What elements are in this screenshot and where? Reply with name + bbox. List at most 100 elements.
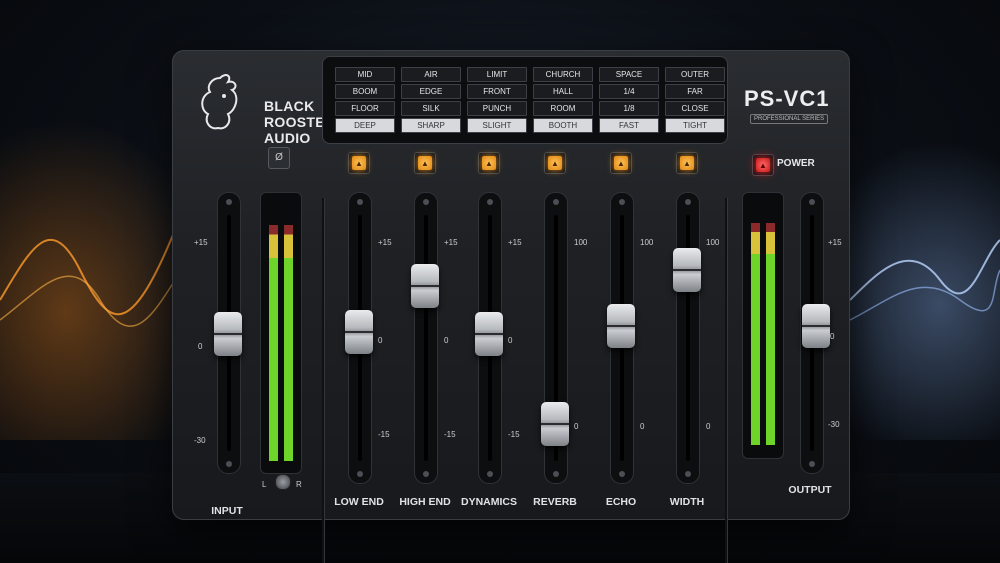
output-fader-cap[interactable] [802,304,830,348]
preset-option[interactable]: CLOSE [665,101,725,116]
low-end-scale-mark: +15 [378,238,392,247]
amber-led-icon: ▲ [482,156,496,170]
output-level-meter [742,192,784,459]
reverb-scale-mark: 0 [574,422,579,431]
input-scale-bottom: -30 [194,436,206,445]
preset-column: SPACE 1/4 1/8 FAST [599,67,659,135]
fader-slot [424,215,428,461]
input-meter-left-bar [269,225,278,461]
reverb-toggle-button[interactable]: ▲ [544,152,566,174]
amber-led-icon: ▲ [680,156,694,170]
preset-option[interactable]: CHURCH [533,67,593,82]
screw [357,471,363,477]
preset-column: OUTER FAR CLOSE TIGHT [665,67,725,135]
echo-scale-mark: 0 [640,422,645,431]
preset-option[interactable]: OUTER [665,67,725,82]
preset-option[interactable]: MID [335,67,395,82]
width-fader-track[interactable] [676,192,700,484]
high-end-toggle-button[interactable]: ▲ [414,152,436,174]
phase-invert-button[interactable]: Ø [268,147,290,169]
preset-option[interactable]: FAR [665,84,725,99]
input-level-meter [260,192,302,474]
screw [553,471,559,477]
preset-selector-panel: MID BOOM FLOOR DEEP AIR EDGE SILK SHARP LIMIT FRO… [322,56,728,144]
low-end-toggle-button[interactable]: ▲ [348,152,370,174]
screw [685,199,691,205]
screw [619,471,625,477]
output-label: OUTPUT [788,484,832,496]
screw [809,199,815,205]
preset-option[interactable]: FLOOR [335,101,395,116]
amber-led-icon: ▲ [548,156,562,170]
high-end-fader-cap[interactable] [411,264,439,308]
echo-scale-mark: 100 [640,238,654,247]
width-fader-cap[interactable] [673,248,701,292]
pan-right-label: R [296,480,302,489]
preset-option[interactable]: HALL [533,84,593,99]
screw [487,199,493,205]
echo-toggle-button[interactable]: ▲ [610,152,632,174]
rooster-logo-icon [201,74,238,130]
preset-option[interactable]: 1/8 [599,101,659,116]
preset-option[interactable]: SLIGHT [467,118,527,133]
power-button[interactable]: ▲ [752,154,774,176]
preset-option[interactable]: SILK [401,101,461,116]
output-meter-left-bar [751,223,760,445]
input-fader-cap[interactable] [214,312,242,356]
preset-option[interactable]: LIMIT [467,67,527,82]
low-end-scale-mark: -15 [378,430,390,439]
width-toggle-button[interactable]: ▲ [676,152,698,174]
preset-option[interactable]: SPACE [599,67,659,82]
amber-led-icon: ▲ [614,156,628,170]
preset-column: LIMIT FRONT PUNCH SLIGHT [467,67,527,135]
plugin-panel: BLACK ROOSTER AUDIO MID BOOM FLOOR DEEP AIR E… [172,50,850,563]
dynamics-toggle-button[interactable]: ▲ [478,152,500,174]
preset-option[interactable]: FRONT [467,84,527,99]
dynamics-scale-mark: -15 [508,430,520,439]
width-scale-mark: 0 [706,422,711,431]
preset-option[interactable]: BOOTH [533,118,593,133]
preset-option[interactable]: SHARP [401,118,461,133]
orange-waveform-decoration [0,229,175,327]
preset-column: CHURCH HALL ROOM BOOTH [533,67,593,135]
preset-column: MID BOOM FLOOR DEEP [335,67,395,135]
input-meter-right-bar [284,225,293,461]
input-scale-top: +15 [194,238,208,247]
model-name: PS-VC1 [744,86,830,111]
reverb-fader-cap[interactable] [541,402,569,446]
low-end-scale-mark: 0 [378,336,383,345]
input-scale-mid: 0 [198,342,203,351]
high-end-scale-mark: +15 [444,238,458,247]
pan-knob[interactable] [275,474,291,490]
preset-option[interactable]: AIR [401,67,461,82]
high-end-fader-track[interactable] [414,192,438,484]
dynamics-fader-cap[interactable] [475,312,503,356]
preset-option[interactable]: TIGHT [665,118,725,133]
input-label: INPUT [211,505,243,517]
screw [226,461,232,467]
pan-left-label: L [262,480,267,489]
low-end-fader-cap[interactable] [345,310,373,354]
high-end-scale-mark: -15 [444,430,456,439]
preset-option[interactable]: EDGE [401,84,461,99]
output-scale-top: +15 [828,238,842,247]
width-scale-mark: 100 [706,238,720,247]
preset-option[interactable]: PUNCH [467,101,527,116]
screw [487,471,493,477]
screw [809,461,815,467]
screw [423,471,429,477]
preset-option[interactable]: ROOM [533,101,593,116]
preset-option[interactable]: 1/4 [599,84,659,99]
brand-logo: BLACK ROOSTER AUDIO [192,70,335,146]
power-label: POWER [777,158,815,169]
echo-fader-cap[interactable] [607,304,635,348]
amber-led-icon: ▲ [352,156,366,170]
preset-option[interactable]: FAST [599,118,659,133]
high-end-scale-mark: 0 [444,336,449,345]
preset-option[interactable]: DEEP [335,118,395,133]
amber-led-icon: ▲ [418,156,432,170]
reverb-scale-mark: 100 [574,238,588,247]
dynamics-scale-mark: +15 [508,238,522,247]
screw [553,199,559,205]
preset-option[interactable]: BOOM [335,84,395,99]
